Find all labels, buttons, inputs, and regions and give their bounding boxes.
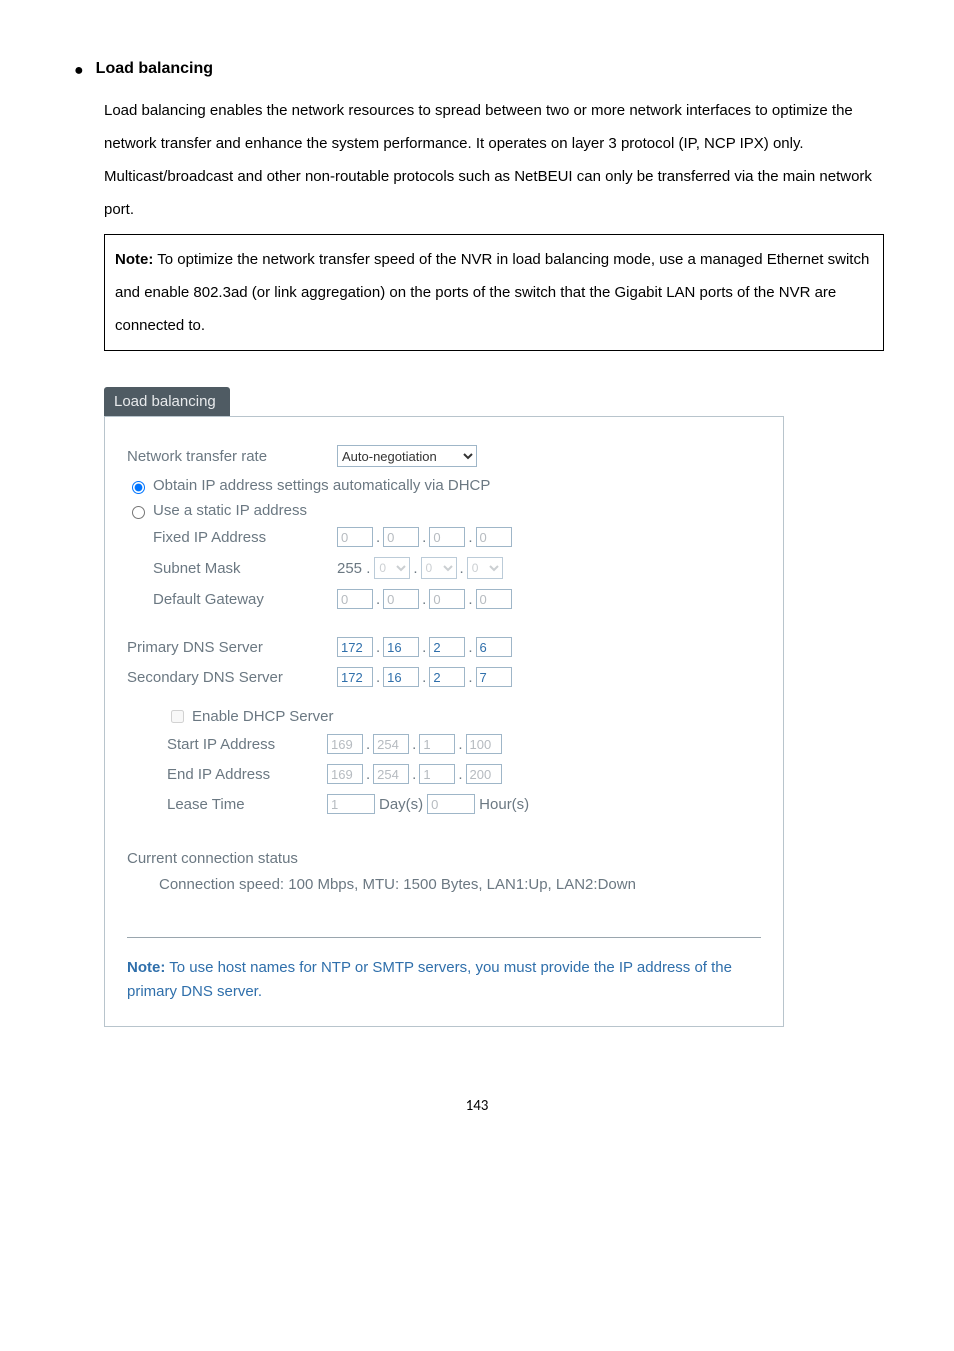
start-ip-group: . . .	[327, 734, 502, 754]
radio-dhcp-label: Obtain IP address settings automatically…	[153, 477, 490, 494]
fixed-ip-row: Fixed IP Address . . .	[127, 527, 761, 547]
subnet-row: Subnet Mask 255 . 0. 0. 0	[127, 557, 761, 579]
heading-text: Load balancing	[96, 60, 213, 78]
radio-static-label: Use a static IP address	[153, 502, 307, 519]
gateway-label: Default Gateway	[153, 591, 337, 608]
radio-dhcp-row[interactable]: Obtain IP address settings automatically…	[127, 477, 761, 494]
pdns-1[interactable]	[383, 637, 419, 657]
status-text: Connection speed: 100 Mbps, MTU: 1500 By…	[159, 873, 761, 897]
network-transfer-rate-row: Network transfer rate Auto-negotiation	[127, 445, 761, 467]
end-ip-group: . . .	[327, 764, 502, 784]
end-ip-row: End IP Address . . .	[167, 764, 761, 784]
enable-dhcp-checkbox[interactable]	[171, 710, 184, 723]
fixed-ip-0[interactable]	[337, 527, 373, 547]
fixed-ip-group: . . .	[337, 527, 512, 547]
sdns-label: Secondary DNS Server	[127, 669, 337, 686]
enable-dhcp-label: Enable DHCP Server	[192, 708, 333, 725]
status-heading: Current connection status	[127, 850, 761, 867]
sdns-2[interactable]	[429, 667, 465, 687]
start-ip-1[interactable]	[373, 734, 409, 754]
subnet-2[interactable]: 0	[467, 557, 503, 579]
intro-paragraph: Load balancing enables the network resou…	[104, 94, 884, 226]
lease-hours-unit: Hour(s)	[479, 796, 529, 813]
enable-dhcp-row[interactable]: Enable DHCP Server	[167, 707, 761, 726]
bottom-note-label: Note:	[127, 959, 165, 976]
start-ip-label: Start IP Address	[167, 736, 327, 753]
note-box: Note: To optimize the network transfer s…	[104, 234, 884, 351]
lease-group: Day(s) Hour(s)	[327, 794, 533, 814]
bottom-note-body: To use host names for NTP or SMTP server…	[127, 959, 732, 1000]
end-ip-label: End IP Address	[167, 766, 327, 783]
note-label: Note:	[115, 251, 153, 268]
gateway-1[interactable]	[383, 589, 419, 609]
sdns-1[interactable]	[383, 667, 419, 687]
start-ip-row: Start IP Address . . .	[167, 734, 761, 754]
end-ip-2[interactable]	[419, 764, 455, 784]
settings-panel: Network transfer rate Auto-negotiation O…	[104, 416, 784, 1027]
settings-panel-container: Load balancing Network transfer rate Aut…	[104, 387, 784, 1027]
page-number: 143	[70, 1097, 884, 1115]
fixed-ip-2[interactable]	[429, 527, 465, 547]
gateway-2[interactable]	[429, 589, 465, 609]
bullet-icon: ●	[74, 60, 84, 82]
subnet-label: Subnet Mask	[153, 560, 337, 577]
subnet-1[interactable]: 0	[421, 557, 457, 579]
subnet-group: 255 . 0. 0. 0	[337, 557, 503, 579]
sdns-group: . . .	[337, 667, 512, 687]
end-ip-1[interactable]	[373, 764, 409, 784]
sdns-3[interactable]	[476, 667, 512, 687]
panel-tab[interactable]: Load balancing	[104, 387, 230, 416]
section-heading: ● Load balancing	[70, 60, 884, 82]
panel-bottom-note: Note: To use host names for NTP or SMTP …	[127, 956, 761, 1004]
pdns-group: . . .	[337, 637, 512, 657]
ntr-select[interactable]: Auto-negotiation	[337, 445, 477, 467]
sdns-0[interactable]	[337, 667, 373, 687]
dhcp-server-block: Enable DHCP Server Start IP Address . . …	[167, 707, 761, 814]
pdns-3[interactable]	[476, 637, 512, 657]
pdns-0[interactable]	[337, 637, 373, 657]
pdns-label: Primary DNS Server	[127, 639, 337, 656]
end-ip-0[interactable]	[327, 764, 363, 784]
separator	[127, 937, 761, 938]
start-ip-2[interactable]	[419, 734, 455, 754]
pdns-row: Primary DNS Server . . .	[127, 637, 761, 657]
gateway-3[interactable]	[476, 589, 512, 609]
radio-static-row[interactable]: Use a static IP address	[127, 502, 761, 519]
subnet-0[interactable]: 0	[374, 557, 410, 579]
radio-static[interactable]	[132, 506, 145, 519]
subnet-prefix: 255 .	[337, 560, 370, 577]
lease-hours-input[interactable]	[427, 794, 475, 814]
lease-days-unit: Day(s)	[379, 796, 423, 813]
start-ip-3[interactable]	[466, 734, 502, 754]
end-ip-3[interactable]	[466, 764, 502, 784]
pdns-2[interactable]	[429, 637, 465, 657]
fixed-ip-3[interactable]	[476, 527, 512, 547]
sdns-row: Secondary DNS Server . . .	[127, 667, 761, 687]
connection-status-block: Current connection status Connection spe…	[127, 850, 761, 897]
ntr-label: Network transfer rate	[127, 448, 337, 465]
lease-time-row: Lease Time Day(s) Hour(s)	[167, 794, 761, 814]
note-body: To optimize the network transfer speed o…	[115, 251, 869, 334]
lease-days-input[interactable]	[327, 794, 375, 814]
fixed-ip-1[interactable]	[383, 527, 419, 547]
gateway-group: . . .	[337, 589, 512, 609]
radio-dhcp[interactable]	[132, 481, 145, 494]
fixed-ip-label: Fixed IP Address	[153, 529, 337, 546]
gateway-0[interactable]	[337, 589, 373, 609]
start-ip-0[interactable]	[327, 734, 363, 754]
lease-label: Lease Time	[167, 796, 327, 813]
gateway-row: Default Gateway . . .	[127, 589, 761, 609]
